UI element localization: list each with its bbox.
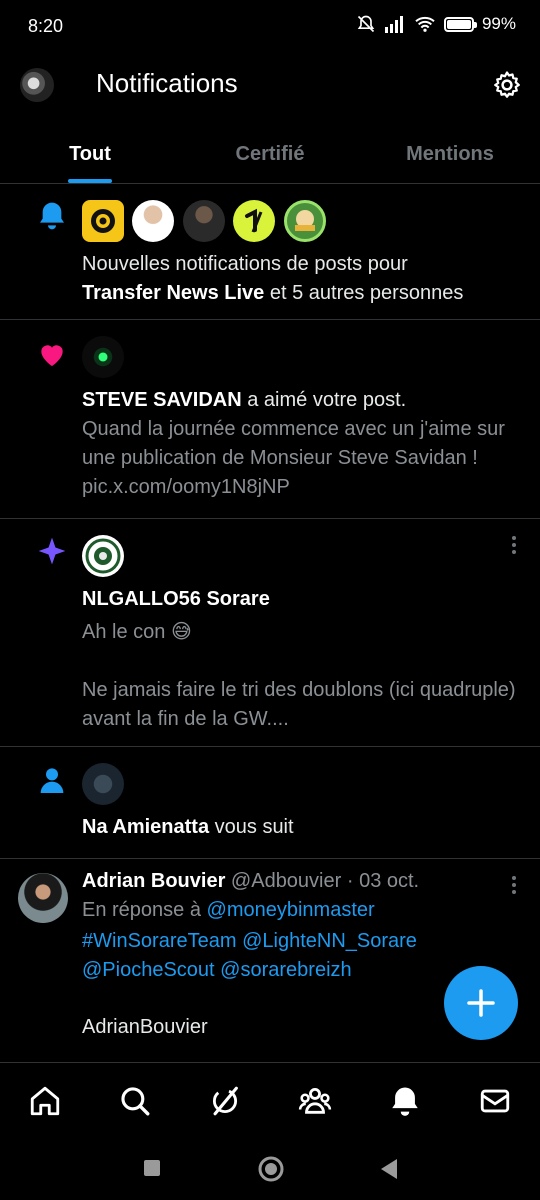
bell-muted-icon: [357, 15, 375, 33]
bell-icon: [40, 202, 64, 230]
avatar-onefootball[interactable]: [233, 200, 276, 242]
notification-content: NLGALLO56 Sorare Ah le con 😅 Ne jamais f…: [82, 535, 516, 734]
grok-icon[interactable]: [208, 1084, 242, 1118]
avatar-adrian-bouvier[interactable]: [18, 873, 68, 923]
notification-text: Nouvelles notifications de posts pour Tr…: [82, 250, 516, 308]
text-suffix: et 5 autres personnes: [264, 282, 464, 304]
notification-like[interactable]: STEVE SAVIDAN a aimé votre post. Quand l…: [0, 320, 540, 519]
badge-icon: [294, 210, 315, 231]
notification-recommended[interactable]: NLGALLO56 Sorare Ah le con 😅 Ne jamais f…: [0, 519, 540, 747]
post-line-2: Ne jamais faire le tri des doublons (ici…: [82, 679, 516, 730]
notification-tabs: Tout Certifié Mentions: [0, 130, 540, 184]
person-icon: [40, 768, 64, 793]
notification-text: Na Amienatta vous suit: [82, 813, 516, 842]
tab-mentions[interactable]: Mentions: [360, 130, 540, 183]
messages-icon[interactable]: [478, 1084, 512, 1118]
actor-name[interactable]: STEVE SAVIDAN: [82, 389, 242, 411]
post-snippet[interactable]: Quand la journée commence avec un j'aime…: [82, 415, 516, 502]
action-text: vous suit: [209, 816, 294, 838]
status-icons: 99%: [356, 14, 516, 34]
tab-certifie[interactable]: Certifié: [180, 130, 360, 183]
plus-icon: [467, 989, 495, 1017]
bottom-navigation: [0, 1062, 540, 1138]
home-icon[interactable]: [28, 1084, 62, 1118]
page-title: Notifications: [96, 68, 238, 98]
settings-gear-icon[interactable]: [492, 70, 522, 100]
profile-avatar[interactable]: [20, 68, 54, 102]
logo-icon: [245, 208, 263, 233]
notification-text: NLGALLO56 Sorare: [82, 585, 516, 614]
system-navigation: [0, 1138, 540, 1200]
mention-link[interactable]: @PiocheScout: [82, 959, 215, 981]
notifications-feed[interactable]: Nouvelles notifications de posts pour Tr…: [0, 184, 540, 1062]
notifications-bell-icon[interactable]: [388, 1084, 422, 1118]
account-name[interactable]: Transfer News Live: [82, 282, 264, 304]
notification-posts[interactable]: Nouvelles notifications de posts pour Tr…: [0, 184, 540, 320]
mention-link[interactable]: @LighteNN_Sorare: [242, 930, 417, 952]
recents-square-icon[interactable]: [142, 1158, 162, 1178]
reply-prefix: En réponse à: [82, 899, 207, 921]
club-crest-icon: [85, 538, 121, 574]
post-line-1: Ah le con 😅: [82, 621, 192, 643]
avatar-row: [82, 200, 516, 244]
tab-label: Tout: [69, 143, 111, 165]
heart-icon: [41, 345, 63, 366]
battery-icon: [443, 16, 477, 32]
avatar-user-2[interactable]: [132, 200, 175, 242]
tab-label: Certifié: [235, 143, 305, 165]
reply-header: Adrian Bouvier @Adbouvier · 03 oct.: [82, 867, 516, 896]
status-bar: 8:20 99%: [0, 0, 540, 52]
notification-follow[interactable]: Na Amienatta vous suit: [0, 747, 540, 859]
hashtag-link[interactable]: #WinSorareTeam: [82, 930, 237, 952]
avatar-steve-savidan[interactable]: [82, 336, 124, 378]
mention-link[interactable]: @sorarebreizh: [220, 959, 351, 981]
back-triangle-icon[interactable]: [378, 1157, 400, 1181]
top-bar: Notifications: [0, 52, 540, 118]
post-date: · 03 oct.: [346, 870, 420, 892]
notification-content: Nouvelles notifications de posts pour Tr…: [82, 200, 516, 308]
text-line: Nouvelles notifications de posts pour: [82, 253, 408, 275]
author-name[interactable]: Adrian Bouvier: [82, 870, 225, 892]
status-time: 8:20: [28, 16, 64, 36]
tab-label: Mentions: [406, 143, 494, 165]
signal-icon: [384, 16, 403, 33]
communities-icon[interactable]: [298, 1084, 332, 1118]
avatar-na-amienatta[interactable]: [82, 763, 124, 805]
battery-percent: 99%: [481, 14, 516, 33]
wifi-icon: [415, 16, 435, 32]
sparkle-icon: [38, 537, 66, 565]
mentions-line-1: #WinSorareTeam @LighteNN_Sorare: [82, 927, 516, 956]
football-icon: [91, 209, 115, 233]
battery-level: [446, 19, 471, 29]
reply-to-line: En réponse à @moneybinmaster: [82, 896, 516, 925]
action-text: a aimé votre post.: [241, 389, 407, 411]
avatar-nlgallo56[interactable]: [82, 535, 124, 577]
avatar-transfer-news[interactable]: [82, 200, 124, 242]
actor-name[interactable]: NLGALLO56 Sorare: [82, 588, 270, 610]
avatar-user-3[interactable]: [182, 200, 225, 242]
compose-button[interactable]: [444, 966, 518, 1040]
notification-content: Na Amienatta vous suit: [82, 763, 516, 842]
search-icon[interactable]: [118, 1084, 152, 1118]
author-handle[interactable]: @Adbouvier: [231, 870, 341, 892]
notification-text: STEVE SAVIDAN a aimé votre post.: [82, 386, 516, 415]
avatar-user-5[interactable]: [283, 200, 326, 242]
active-tab-indicator: [68, 179, 112, 183]
tab-tout[interactable]: Tout: [0, 130, 180, 183]
reply-to-link[interactable]: @moneybinmaster: [207, 899, 375, 921]
home-circle-icon[interactable]: [257, 1155, 285, 1183]
actor-name[interactable]: Na Amienatta: [82, 816, 209, 838]
notification-content: STEVE SAVIDAN a aimé votre post. Quand l…: [82, 336, 516, 502]
